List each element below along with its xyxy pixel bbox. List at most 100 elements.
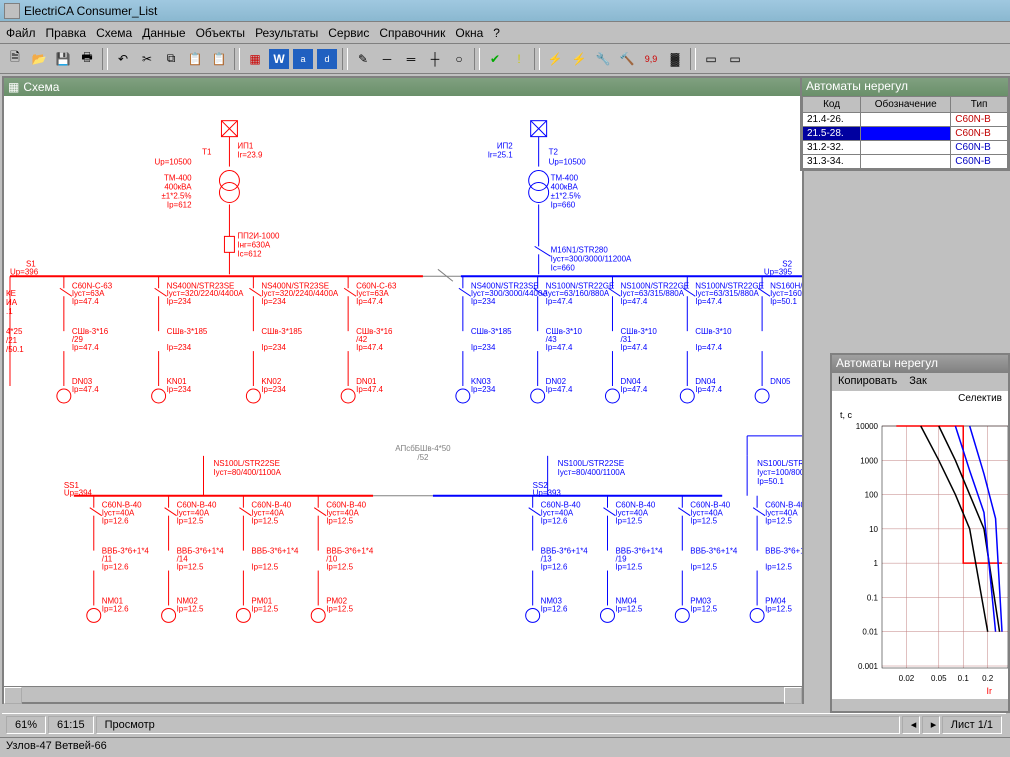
tb-tbl-d[interactable]: d [316,48,338,70]
tb-hammer[interactable]: 🔨 [616,48,638,70]
menubar: Файл Правка Схема Данные Объекты Результ… [0,22,1010,44]
svg-text:Iнг=630А: Iнг=630А [237,240,270,249]
menu-objects[interactable]: Объекты [196,26,246,40]
tb-box1[interactable]: ▭ [700,48,722,70]
app-title: ElectriCA Consumer_List [24,4,157,18]
svg-text:0.1: 0.1 [867,593,879,602]
svg-text:Ip=12.5: Ip=12.5 [251,563,278,572]
svg-text:Iуст=100/800/1100А: Iуст=100/800/1100А [757,468,802,477]
svg-text:Ip=234: Ip=234 [167,343,192,352]
tb-warn[interactable]: ! [508,48,530,70]
tb-paste2[interactable]: 📋 [208,48,230,70]
svg-text:Ip=12.5: Ip=12.5 [615,517,642,526]
chart-copy[interactable]: Копировать [838,375,897,389]
tb-check[interactable]: ✔ [484,48,506,70]
scroll-left[interactable]: ◂ [902,716,920,734]
menu-data[interactable]: Данные [142,26,185,40]
tb-undo[interactable]: ↶ [112,48,134,70]
svg-text:0.001: 0.001 [858,662,879,671]
breakers-table[interactable]: Код Обозначение Тип 21.4-26.C60N-B21.5-2… [802,96,1008,169]
tb-box2[interactable]: ▭ [724,48,746,70]
tb-copy[interactable]: ⧉ [160,48,182,70]
svg-text:Ip=660: Ip=660 [551,200,576,209]
svg-text:СШв-3*185: СШв-3*185 [261,327,302,336]
tb-paste[interactable]: 📋 [184,48,206,70]
svg-text:Up=10500: Up=10500 [549,158,587,167]
scroll-right[interactable]: ▸ [922,716,940,734]
svg-text:/50.1: /50.1 [6,345,24,354]
chart-subtitle: Селектив [832,391,1008,406]
svg-text:Ip=50.1: Ip=50.1 [757,477,784,486]
schema-window: ▦ Схема T1 Up=10500 ИП1 [2,76,804,704]
grid-title[interactable]: Автоматы нерегул [802,78,1008,96]
toolbar-sep [234,48,240,70]
schema-title-text: Схема [23,80,59,94]
bottombar: Узлов-47 Ветвей-66 [0,737,1010,757]
svg-text:ВВБ-3*6+1*4: ВВБ-3*6+1*4 [251,547,299,556]
table-row[interactable]: 31.3-34.C60N-B [803,155,1008,169]
menu-schema[interactable]: Схема [96,26,132,40]
svg-text:Ip=234: Ip=234 [261,385,286,394]
menu-reference[interactable]: Справочник [379,26,445,40]
menu-results[interactable]: Результаты [255,26,318,40]
status-mode: Просмотр [96,716,900,734]
tb-grid[interactable]: ▦ [244,48,266,70]
schema-window-title[interactable]: ▦ Схема [4,78,802,96]
tb-word[interactable]: W [268,48,290,70]
tb-cut[interactable]: ✂ [136,48,158,70]
svg-text:T1: T1 [202,148,212,157]
schema-scrollbar-h[interactable] [4,686,802,702]
svg-text:Ip=12.6: Ip=12.6 [102,604,129,613]
tb-n99[interactable]: 9,9 [640,48,662,70]
svg-text:СШв-3*10: СШв-3*10 [695,327,732,336]
menu-windows[interactable]: Окна [455,26,483,40]
svg-text:100: 100 [865,491,879,500]
svg-text:Ir=25.1: Ir=25.1 [488,151,514,160]
bottom-text: Узлов-47 Ветвей-66 [6,740,107,752]
menu-help[interactable]: ? [493,26,500,40]
tb-node[interactable]: ○ [448,48,470,70]
svg-text:Iуст=80/400/1100А: Iуст=80/400/1100А [213,468,281,477]
chart-title[interactable]: Автоматы нерегул [832,355,1008,373]
svg-text:Ip=12.5: Ip=12.5 [251,604,278,613]
svg-text:Ip=47.4: Ip=47.4 [546,297,573,306]
svg-text:400кВА: 400кВА [551,183,579,192]
tb-join[interactable]: ┼ [424,48,446,70]
svg-text:Ic=660: Ic=660 [551,263,576,272]
svg-text:0.01: 0.01 [862,628,878,637]
tb-open[interactable]: 📂 [28,48,50,70]
chart-close[interactable]: Зак [909,375,927,389]
table-row[interactable]: 21.5-28.C60N-B [803,127,1008,141]
tb-new[interactable]: 🗎 [4,48,26,70]
menu-edit[interactable]: Правка [46,26,87,40]
svg-text:Ip=234: Ip=234 [471,343,496,352]
tb-bus[interactable]: ═ [400,48,422,70]
tb-tbl-a[interactable]: a [292,48,314,70]
col-type[interactable]: Тип [951,97,1008,113]
svg-text:M16N1/STR280: M16N1/STR280 [551,245,609,254]
schema-canvas[interactable]: T1 Up=10500 ИП1 Ir=23.9 ТМ-400 400кВА ±1… [4,96,802,686]
table-row[interactable]: 31.2-32.C60N-B [803,141,1008,155]
tb-tool[interactable]: 🔧 [592,48,614,70]
tb-calc[interactable]: ⚡ [544,48,566,70]
tb-calc2[interactable]: ⚡ [568,48,590,70]
menu-file[interactable]: Файл [6,26,36,40]
menu-service[interactable]: Сервис [328,26,369,40]
tb-save[interactable]: 💾 [52,48,74,70]
tb-pen[interactable]: ✎ [352,48,374,70]
svg-text:0.2: 0.2 [982,674,994,683]
svg-text:Ip=47.4: Ip=47.4 [72,343,99,352]
tb-flag[interactable]: ▓ [664,48,686,70]
breakers-grid-window: Автоматы нерегул Код Обозначение Тип 21.… [800,76,1010,171]
col-code[interactable]: Код [803,97,861,113]
tb-wire[interactable]: ─ [376,48,398,70]
single-line-diagram: T1 Up=10500 ИП1 Ir=23.9 ТМ-400 400кВА ±1… [4,96,802,686]
svg-text:Ip=12.5: Ip=12.5 [326,517,353,526]
svg-text:ВВБ-3*6+1*4: ВВБ-3*6+1*4 [765,547,802,556]
tb-print[interactable]: 🖶 [76,48,98,70]
svg-text:t, c: t, c [840,410,853,420]
titlebar: ElectriCA Consumer_List [0,0,1010,22]
col-label[interactable]: Обозначение [861,97,951,113]
table-row[interactable]: 21.4-26.C60N-B [803,113,1008,127]
svg-text:Ip=47.4: Ip=47.4 [695,297,722,306]
